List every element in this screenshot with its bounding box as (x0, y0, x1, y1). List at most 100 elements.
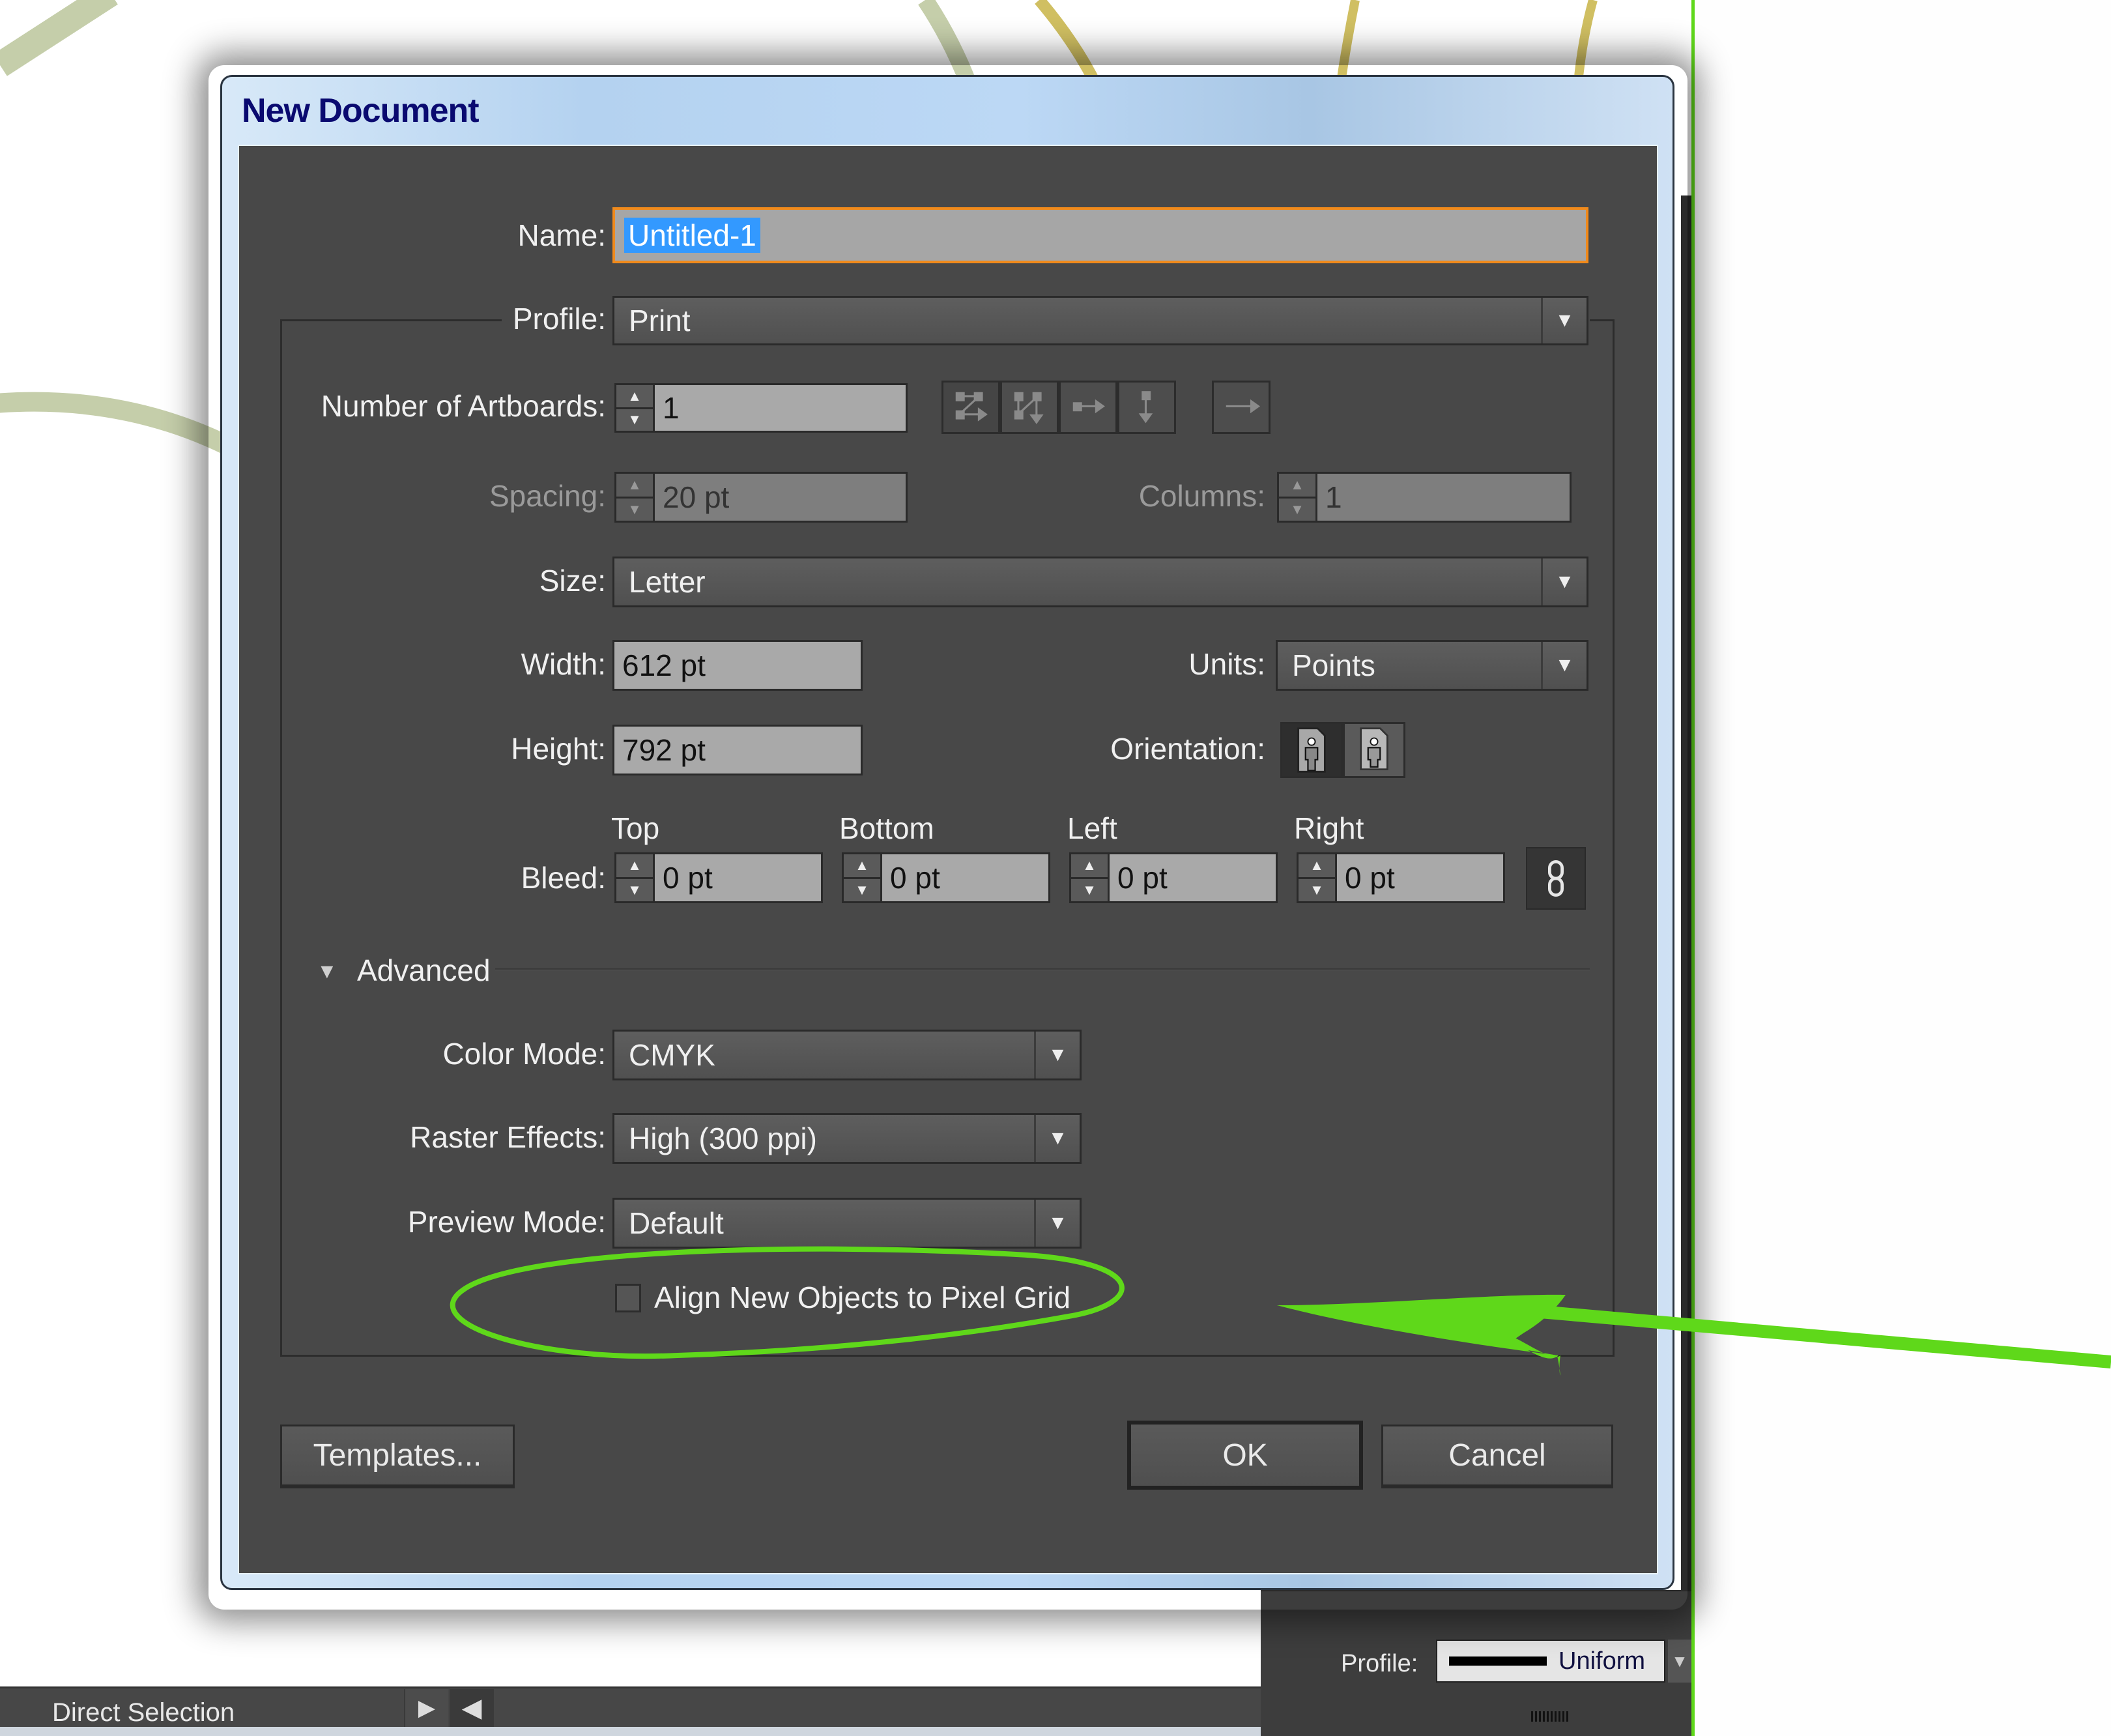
raster-effects-select[interactable]: High (300 ppi) ▼ (612, 1113, 1082, 1164)
bleed-right-input[interactable]: 0 pt (1337, 852, 1505, 903)
increment-icon[interactable]: ▲ (616, 385, 653, 409)
bleed-top-label: Top (611, 811, 660, 845)
decrement-icon: ▼ (1290, 500, 1304, 517)
decrement-icon[interactable]: ▼ (1299, 879, 1335, 902)
artboards-value: 1 (663, 391, 680, 425)
right-white-area (1694, 0, 2111, 1736)
cancel-button[interactable]: Cancel (1381, 1425, 1613, 1488)
width-input[interactable]: 612 pt (612, 640, 863, 691)
artboards-stepper[interactable]: ▲ ▼ (614, 383, 655, 433)
bleed-right-label: Right (1294, 811, 1364, 845)
bleed-top-stepper[interactable]: ▲ ▼ (614, 852, 655, 903)
raster-effects-label: Raster Effects: (410, 1120, 606, 1154)
chain-link-icon (1548, 860, 1564, 897)
decrement-icon[interactable]: ▼ (616, 879, 653, 902)
right-to-left-layout-button[interactable] (1212, 381, 1271, 434)
decrement-icon[interactable]: ▼ (1071, 879, 1108, 902)
spacing-label: Spacing: (489, 479, 606, 513)
bleed-right-stepper[interactable]: ▲ ▼ (1297, 852, 1337, 903)
bleed-right-value: 0 pt (1345, 861, 1395, 895)
units-label: Units: (1188, 647, 1265, 681)
name-label: Name: (517, 218, 606, 252)
bleed-top-input[interactable]: 0 pt (655, 852, 823, 903)
increment-icon[interactable]: ▲ (616, 854, 653, 879)
width-label: Width: (521, 647, 606, 681)
size-select[interactable]: Letter ▼ (612, 557, 1588, 607)
templates-button[interactable]: Templates... (280, 1425, 515, 1488)
bleed-left-stepper[interactable]: ▲ ▼ (1069, 852, 1110, 903)
landscape-button[interactable] (1343, 722, 1405, 778)
bleed-top-value: 0 pt (663, 861, 713, 895)
arrange-by-row-icon (1072, 399, 1105, 414)
size-value: Letter (629, 565, 706, 599)
spacing-stepper: ▲ ▼ (614, 472, 655, 523)
color-mode-label: Color Mode: (442, 1037, 606, 1071)
chevron-down-icon[interactable]: ▼ (1034, 1115, 1080, 1162)
chevron-down-icon[interactable]: ▼ (1541, 558, 1587, 605)
spacing-value: 20 pt (663, 480, 730, 514)
stroke-profile-label: Profile: (1341, 1650, 1418, 1677)
panel-resize-grip[interactable] (1531, 1711, 1570, 1722)
play-right-icon[interactable]: ▶ (404, 1689, 448, 1727)
bleed-bottom-input[interactable]: 0 pt (882, 852, 1050, 903)
dialog-title: New Document (242, 92, 480, 130)
increment-icon: ▲ (616, 474, 653, 499)
annotation-border-line (1691, 0, 1695, 1736)
stroke-profile-dropdown[interactable]: Uniform (1436, 1640, 1665, 1683)
grid-by-row-button[interactable] (941, 381, 1000, 434)
align-pixel-grid-checkbox[interactable] (615, 1284, 641, 1312)
units-value: Points (1292, 648, 1375, 682)
units-select[interactable]: Points ▼ (1276, 640, 1588, 691)
bleed-left-label: Left (1067, 811, 1117, 845)
preview-mode-value: Default (629, 1206, 724, 1240)
chevron-down-icon[interactable]: ▼ (1034, 1200, 1080, 1247)
portrait-button[interactable] (1280, 722, 1343, 778)
link-bleed-button[interactable] (1526, 847, 1586, 910)
stroke-profile-value: Uniform (1558, 1647, 1646, 1675)
stroke-preview-line (1449, 1656, 1547, 1666)
chevron-down-icon[interactable]: ▼ (1034, 1032, 1080, 1078)
advanced-label[interactable]: Advanced (357, 953, 491, 988)
height-input[interactable]: 792 pt (612, 725, 863, 775)
grid-by-column-icon (1014, 392, 1044, 424)
color-mode-select[interactable]: CMYK ▼ (612, 1030, 1082, 1080)
increment-icon: ▲ (1279, 474, 1315, 499)
name-input[interactable]: Untitled-1 (612, 207, 1588, 263)
portrait-icon (1297, 727, 1326, 773)
bleed-bottom-stepper[interactable]: ▲ ▼ (842, 852, 882, 903)
increment-icon[interactable]: ▲ (844, 854, 880, 879)
preview-mode-select[interactable]: Default ▼ (612, 1198, 1082, 1249)
decrement-icon: ▼ (627, 500, 642, 517)
status-bar-underlay (0, 1727, 1261, 1736)
grid-by-row-icon (955, 392, 988, 422)
name-input-value: Untitled-1 (624, 218, 760, 253)
preview-mode-label: Preview Mode: (407, 1205, 606, 1239)
swoosh-stroke (0, 0, 118, 76)
arrange-by-column-button[interactable] (1117, 381, 1176, 434)
bleed-bottom-value: 0 pt (890, 861, 940, 895)
bleed-label: Bleed: (521, 861, 606, 895)
arrange-by-row-button[interactable] (1059, 381, 1117, 434)
chevron-down-icon[interactable]: ▼ (1541, 298, 1587, 343)
increment-icon[interactable]: ▲ (1071, 854, 1108, 879)
ok-button[interactable]: OK (1127, 1421, 1363, 1490)
artboards-input[interactable]: 1 (655, 383, 908, 433)
columns-input: 1 (1317, 472, 1572, 523)
chevron-down-icon[interactable]: ▼ (1541, 642, 1587, 689)
bleed-bottom-label: Bottom (839, 811, 934, 845)
increment-icon[interactable]: ▲ (1299, 854, 1335, 879)
align-pixel-grid-label[interactable]: Align New Objects to Pixel Grid (654, 1280, 1070, 1315)
decrement-icon[interactable]: ▼ (844, 879, 880, 902)
profile-select[interactable]: Print ▼ (612, 296, 1588, 345)
advanced-divider (495, 968, 1590, 970)
play-left-icon[interactable]: ◀ (450, 1689, 494, 1727)
bleed-left-input[interactable]: 0 pt (1110, 852, 1278, 903)
decrement-icon[interactable]: ▼ (616, 409, 653, 431)
grid-by-column-button[interactable] (1000, 381, 1059, 434)
disclosure-triangle-icon[interactable]: ▼ (317, 959, 337, 983)
arrange-by-column-icon (1138, 391, 1153, 424)
width-value: 612 pt (622, 648, 706, 682)
chevron-down-icon[interactable]: ▼ (1668, 1640, 1691, 1683)
current-tool-label: Direct Selection (52, 1698, 235, 1727)
columns-label: Columns: (1138, 479, 1265, 513)
